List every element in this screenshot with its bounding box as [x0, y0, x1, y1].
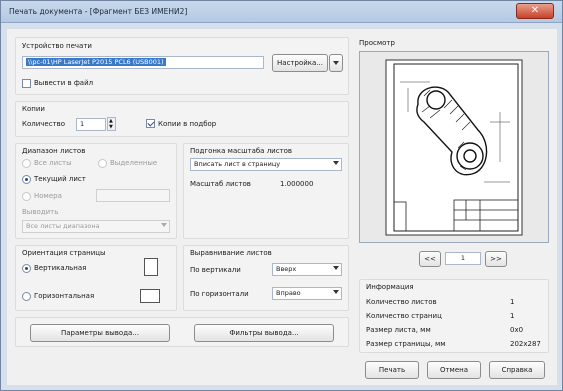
- align-horizontal-select[interactable]: Вправо: [272, 287, 342, 300]
- chevron-down-icon: [333, 161, 339, 165]
- range-output-select[interactable]: Все листы диапазона: [22, 220, 170, 233]
- cancel-button[interactable]: Отмена: [427, 361, 481, 379]
- info-row-value: 1: [510, 312, 515, 320]
- preview-page-input[interactable]: 1: [445, 252, 481, 265]
- sheet-align-group: Выравнивание листов По вертикали Вверх П…: [183, 245, 349, 311]
- help-button[interactable]: Справка: [489, 361, 545, 379]
- range-output-value: Все листы диапазона: [26, 222, 100, 230]
- align-vertical-label: По вертикали: [190, 266, 241, 274]
- orientation-group: Ориентация страницы Вертикальная Горизон…: [15, 245, 177, 311]
- collate-checkbox[interactable]: [146, 119, 155, 128]
- print-button[interactable]: Печать: [365, 361, 419, 379]
- align-group-label: Выравнивание листов: [190, 249, 272, 257]
- chevron-down-icon: [161, 223, 167, 227]
- printer-selected-value: \\pc-01\HP LaserJet P2015 PCL6 (USB001): [26, 58, 166, 66]
- copies-count-input[interactable]: 1: [76, 118, 106, 131]
- orientation-portrait-radio[interactable]: [22, 264, 31, 273]
- preview-area: [359, 51, 549, 243]
- range-current-radio[interactable]: [22, 175, 31, 184]
- align-vertical-value: Вверх: [276, 265, 297, 273]
- range-group-label: Диапазон листов: [22, 147, 86, 155]
- page-range-group: Диапазон листов Все листы Выделенные Тек…: [15, 143, 177, 239]
- spin-down-icon: ▼: [109, 124, 113, 130]
- info-row-name: Размер страницы, мм: [366, 340, 446, 348]
- range-selection-label: Выделенные: [110, 159, 158, 167]
- printer-select[interactable]: \\pc-01\HP LaserJet P2015 PCL6 (USB001): [22, 56, 264, 69]
- align-horizontal-value: Вправо: [276, 289, 301, 297]
- orientation-group-label: Ориентация страницы: [22, 249, 106, 257]
- landscape-page-icon: [140, 289, 160, 303]
- copies-spinner[interactable]: ▲ ▼: [107, 117, 116, 131]
- range-all-radio[interactable]: [22, 159, 31, 168]
- range-current-label: Текущий лист: [34, 175, 86, 183]
- range-selection-radio[interactable]: [98, 159, 107, 168]
- chevron-down-icon: [333, 61, 339, 65]
- range-output-label: Выводить: [22, 208, 59, 216]
- scale-fit-group: Подгонка масштаба листов Вписать лист в …: [183, 143, 349, 239]
- info-row-value: 0x0: [510, 326, 524, 334]
- fit-mode-select[interactable]: Вписать лист в страницу: [190, 158, 342, 171]
- close-button[interactable]: ✕: [516, 3, 554, 19]
- output-filters-button[interactable]: Фильтры вывода...: [194, 324, 334, 342]
- printer-settings-button[interactable]: Настройка...: [272, 54, 328, 72]
- print-dialog-window: Печать документа - [Фрагмент БЕЗ ИМЕНИ2]…: [0, 0, 563, 391]
- fit-mode-value: Вписать лист в страницу: [194, 160, 281, 168]
- chevron-down-icon: [333, 266, 339, 270]
- info-row-name: Количество листов: [366, 298, 437, 306]
- title-bar: Печать документа - [Фрагмент БЕЗ ИМЕНИ2]…: [1, 1, 562, 23]
- range-numbers-input[interactable]: [96, 189, 170, 202]
- align-horizontal-label: По горизонтали: [190, 290, 249, 298]
- fit-group-label: Подгонка масштаба листов: [190, 147, 293, 155]
- collate-label: Копии в подбор: [158, 120, 217, 128]
- orientation-landscape-radio[interactable]: [22, 292, 31, 301]
- printer-settings-dropdown-button[interactable]: [329, 54, 343, 72]
- range-numbers-radio[interactable]: [22, 192, 31, 201]
- copies-group: Копии Количество 1 ▲ ▼ Копии в подбор: [15, 101, 349, 137]
- scale-label: Масштаб листов: [190, 180, 251, 188]
- info-row-name: Количество страниц: [366, 312, 442, 320]
- scale-value: 1.000000: [280, 180, 314, 188]
- info-group: Информация Количество листов 1 Количеств…: [359, 279, 549, 353]
- info-group-label: Информация: [366, 283, 414, 291]
- window-title: Печать документа - [Фрагмент БЕЗ ИМЕНИ2]: [9, 7, 188, 16]
- output-params-button[interactable]: Параметры вывода...: [30, 324, 170, 342]
- orientation-portrait-label: Вертикальная: [34, 264, 87, 272]
- output-buttons-group: Параметры вывода... Фильтры вывода...: [15, 317, 349, 347]
- info-row-value: 1: [510, 298, 515, 306]
- preview-next-button[interactable]: >>: [485, 251, 507, 267]
- print-to-file-label: Вывести в файл: [34, 79, 94, 87]
- preview-label: Просмотр: [359, 39, 395, 47]
- range-all-label: Все листы: [34, 159, 72, 167]
- dialog-client-area: Устройство печати \\pc-01\HP LaserJet P2…: [7, 29, 557, 385]
- orientation-landscape-label: Горизонтальная: [34, 292, 95, 300]
- printer-group-label: Устройство печати: [22, 42, 92, 50]
- info-row-value: 202x287: [510, 340, 541, 348]
- drawing-preview: [385, 59, 523, 236]
- info-row-name: Размер листа, мм: [366, 326, 431, 334]
- align-vertical-select[interactable]: Вверх: [272, 263, 342, 276]
- copies-group-label: Копии: [22, 105, 45, 113]
- copies-count-label: Количество: [22, 120, 66, 128]
- range-numbers-label: Номера: [34, 192, 62, 200]
- preview-prev-button[interactable]: <<: [419, 251, 441, 267]
- printer-group: Устройство печати \\pc-01\HP LaserJet P2…: [15, 37, 349, 95]
- print-to-file-checkbox[interactable]: [22, 79, 31, 88]
- chevron-down-icon: [333, 290, 339, 294]
- portrait-page-icon: [144, 258, 158, 276]
